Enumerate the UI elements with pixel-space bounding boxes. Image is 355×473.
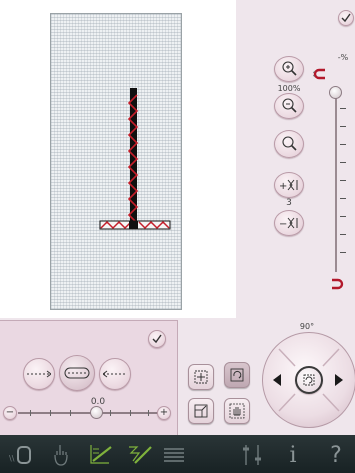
checkmark-icon: [152, 334, 162, 344]
confirm-options-button[interactable]: [148, 330, 166, 348]
right-panel: [236, 0, 355, 318]
dial-center-button[interactable]: [295, 366, 323, 394]
resize-pattern-button[interactable]: [188, 398, 214, 424]
info-icon[interactable]: i: [280, 442, 306, 468]
dial-left-arrow[interactable]: [273, 374, 281, 386]
scale-percent-label: -%: [337, 53, 349, 62]
zoom-level-label: 100%: [277, 84, 301, 93]
stitch-mirror-left-button[interactable]: [23, 358, 55, 390]
stitch-center-icon: [64, 367, 90, 379]
touch-icon[interactable]: [48, 442, 74, 468]
help-label: ?: [330, 442, 342, 468]
spacing-tick: [50, 410, 51, 416]
stitch-pattern: [99, 88, 171, 230]
scale-tick: [340, 216, 346, 217]
zoom-in-icon: [282, 61, 297, 76]
rotate-pattern-button[interactable]: [224, 362, 250, 388]
plus-icon: +: [159, 407, 169, 418]
zoom-out-button[interactable]: [274, 93, 304, 119]
svg-text:\\: \\: [9, 454, 15, 463]
spacing-tick: [30, 410, 31, 416]
resize-icon: [194, 404, 208, 418]
stitch-program-icon[interactable]: [86, 442, 116, 468]
reset-position-icon: [303, 374, 315, 386]
scale-slider-track[interactable]: [335, 92, 337, 272]
minus-icon: −: [5, 407, 15, 418]
help-icon[interactable]: ?: [322, 442, 350, 468]
zoom-in-button[interactable]: [274, 56, 304, 82]
move-center-icon: [194, 370, 208, 384]
zoom-fit-button[interactable]: [274, 130, 304, 158]
spacing-increase-button[interactable]: +: [157, 406, 171, 420]
info-label: i: [289, 442, 297, 468]
pan-pattern-button[interactable]: [224, 398, 250, 424]
magnet-bottom-icon: [330, 276, 344, 290]
scale-tick: [340, 126, 346, 127]
confirm-top-button[interactable]: [338, 10, 354, 26]
repeat-count-label: 3: [286, 198, 292, 208]
repeat-decrease-button[interactable]: −: [274, 210, 304, 236]
repeat-increase-button[interactable]: +: [274, 172, 304, 198]
settings-icon[interactable]: [238, 442, 266, 468]
magnet-icon: [312, 66, 327, 80]
stitch-center-button[interactable]: [59, 355, 95, 391]
rotate-icon: [230, 368, 244, 382]
scale-tick: [340, 162, 346, 163]
spacing-tick: [110, 410, 111, 416]
stitch-line-icon: [27, 370, 51, 378]
svg-text:+: +: [279, 181, 287, 192]
scale-tick: [340, 198, 346, 199]
center-pattern-button[interactable]: [188, 364, 214, 390]
dial-right-arrow[interactable]: [335, 374, 343, 386]
scale-slider-knob[interactable]: [329, 86, 342, 99]
spacing-slider-track[interactable]: [18, 412, 158, 414]
spacing-tick: [70, 410, 71, 416]
svg-text:−: −: [279, 219, 287, 230]
scale-tick: [340, 180, 346, 181]
magnifier-icon: [282, 136, 297, 151]
checkmark-icon: [341, 13, 351, 23]
repeat-minus-icon: −: [279, 217, 298, 230]
spacing-slider-knob[interactable]: [90, 406, 103, 419]
stitch-line-reverse-icon: [103, 370, 127, 378]
hand-icon: [229, 403, 245, 419]
repeat-plus-icon: +: [279, 179, 298, 192]
scale-tick: [340, 108, 346, 109]
stitch-mirror-right-button[interactable]: [99, 358, 131, 390]
scale-tick: [340, 234, 346, 235]
embroidery-machine-icon[interactable]: \\: [8, 442, 38, 468]
sequence-icon[interactable]: [160, 442, 188, 468]
spacing-tick: [148, 410, 149, 416]
zoom-out-icon: [282, 98, 297, 113]
scale-tick: [340, 252, 346, 253]
spacing-tick: [130, 410, 131, 416]
spacing-decrease-button[interactable]: −: [3, 406, 17, 420]
rotation-angle-label: 90°: [299, 322, 315, 331]
scale-tick: [340, 144, 346, 145]
stitch-edit-icon[interactable]: [124, 442, 154, 468]
